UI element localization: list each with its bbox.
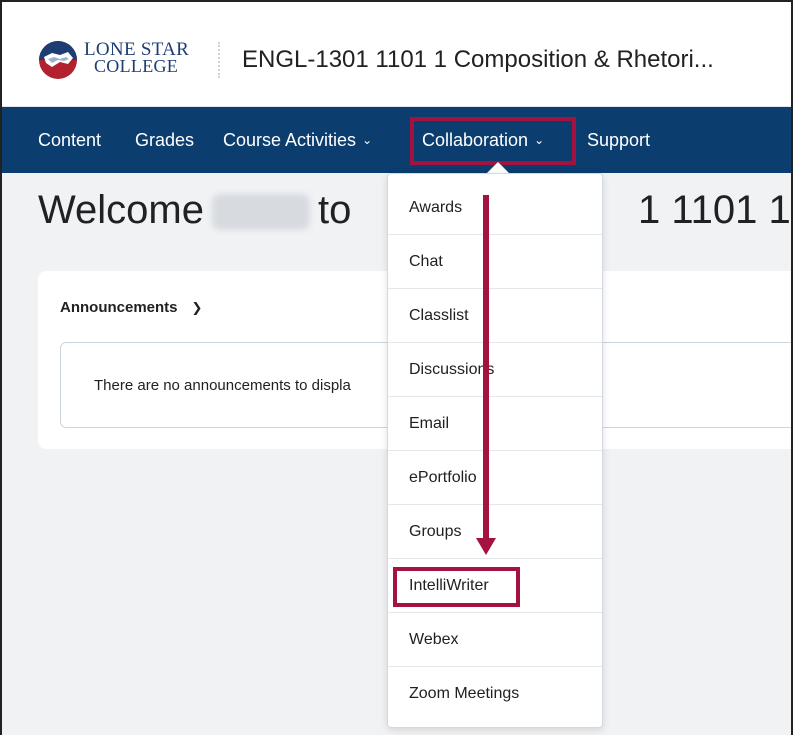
nav-content-label: Content: [38, 130, 102, 150]
chevron-down-icon: ⌄: [362, 133, 373, 147]
course-navbar: Content Grades Course Activities ⌄ Collab…: [2, 107, 791, 173]
screenshot-frame: LONE STAR COLLEGE ENGL-1301 1101 1 Compo…: [0, 0, 793, 735]
nav-course-activities[interactable]: Course Activities ⌄: [223, 107, 372, 173]
annotation-arrow-shaft: [483, 195, 489, 541]
menu-item-eportfolio[interactable]: ePortfolio: [388, 451, 602, 505]
welcome-prefix: Welcome: [38, 188, 204, 232]
announcements-header[interactable]: Announcements ❯: [60, 299, 202, 316]
intelliwriter-highlight-box: [393, 567, 520, 607]
nav-content[interactable]: Content: [38, 107, 101, 173]
menu-item-discussions[interactable]: Discussions: [388, 343, 602, 397]
header-divider: [218, 42, 220, 78]
welcome-suffix: 1 1101 1 C: [638, 188, 791, 232]
course-title[interactable]: ENGL-1301 1101 1 Composition & Rhetori..…: [242, 46, 714, 74]
nav-grades[interactable]: Grades: [135, 107, 194, 173]
menu-item-zoom-meetings[interactable]: Zoom Meetings: [388, 667, 602, 721]
logo-wordmark: LONE STAR COLLEGE: [84, 40, 189, 76]
welcome-heading: Welcome to 1 1101 1 C: [38, 188, 791, 233]
logo-line-2: COLLEGE: [94, 56, 179, 76]
redacted-name: [211, 194, 310, 231]
lone-star-college-logo[interactable]: LONE STAR COLLEGE: [38, 40, 202, 82]
announcements-title: Announcements: [60, 299, 178, 316]
chevron-down-icon: ❯: [191, 300, 203, 315]
course-header: LONE STAR COLLEGE ENGL-1301 1101 1 Compo…: [2, 2, 791, 107]
nav-support-label: Support: [587, 130, 651, 150]
nav-course-activities-label: Course Activities: [223, 130, 357, 150]
nav-support[interactable]: Support: [587, 107, 650, 173]
collaboration-highlight-box: [410, 117, 576, 165]
annotation-arrow-head: [476, 538, 496, 555]
menu-item-webex[interactable]: Webex: [388, 613, 602, 667]
menu-item-classlist[interactable]: Classlist: [388, 289, 602, 343]
collaboration-dropdown-menu: Awards Chat Classlist Discussions Email …: [387, 173, 603, 728]
lone-star-emblem-icon: [39, 41, 77, 79]
nav-grades-label: Grades: [135, 130, 195, 150]
menu-item-chat[interactable]: Chat: [388, 235, 602, 289]
welcome-to: to: [317, 188, 352, 232]
announcements-empty-message: There are no announcements to displa: [94, 377, 351, 394]
menu-item-email[interactable]: Email: [388, 397, 602, 451]
menu-item-awards[interactable]: Awards: [388, 181, 602, 235]
